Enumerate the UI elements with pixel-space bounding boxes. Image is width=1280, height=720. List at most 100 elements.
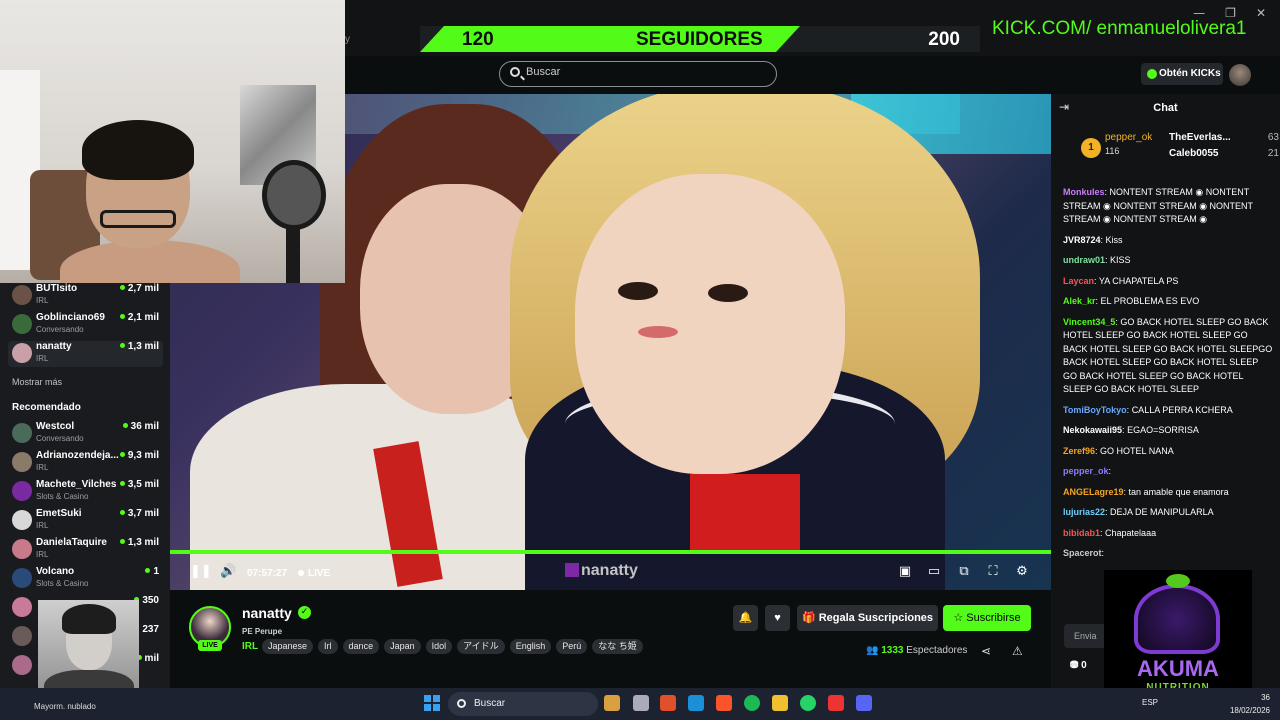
chat-points: ⛃ 0 [1070,660,1087,671]
live-indicator[interactable]: LIVE [298,568,330,579]
widget-icon[interactable] [604,695,620,711]
show-more-link[interactable]: Mostrar más [12,377,62,387]
mini-player-icon[interactable]: ⧉ [956,564,972,580]
tag[interactable]: Idol [425,639,453,654]
whatsapp-icon[interactable] [800,695,816,711]
brave-icon[interactable] [716,695,732,711]
clock-date: 18/02/2026 [1229,706,1270,715]
chat-text: EGAO=SORRISA [1127,425,1199,435]
chat-username[interactable]: Spacerot [1063,548,1102,558]
top-gifter-name[interactable]: pepper_ok [1105,132,1152,143]
theater-icon[interactable]: ▭ [926,564,942,580]
sidebar-item-goblinciano69[interactable]: Goblinciano69 Conversando 2,1 mil [8,312,163,338]
chat-username[interactable]: pepper_ok [1063,466,1109,476]
chat-message: Alek_kr: EL PROBLEMA ES EVO [1063,295,1273,309]
chat-username[interactable]: Zeref96 [1063,446,1095,456]
volume-icon[interactable]: 🔊 [220,564,236,580]
app-icon[interactable] [660,695,676,711]
video-progress[interactable] [170,550,1051,554]
get-kicks-label: Obtén KICKs [1159,68,1221,79]
chat-username[interactable]: Nekokawaii95 [1063,425,1122,435]
avatar [12,423,32,443]
chat-message: Nekokawaii95: EGAO=SORRISA [1063,424,1273,438]
app-icon[interactable] [828,695,844,711]
chat-username[interactable]: bibidab1 [1063,528,1100,538]
chat-username[interactable]: JVR8724 [1063,235,1101,245]
language-indicator[interactable]: ESP [1142,698,1158,707]
tag[interactable]: Japanese [262,639,314,654]
notification-button[interactable]: 🔔 [733,605,758,631]
follow-button[interactable]: ♥ [765,605,790,631]
edge-icon[interactable] [688,695,704,711]
window-controls: — ❐ ✕ [1193,6,1266,20]
chat-username[interactable]: undraw01 [1063,255,1105,265]
search-input[interactable] [526,66,766,78]
viewers-icon: 👥 [866,645,882,656]
chat-username[interactable]: Alek_kr [1063,296,1096,306]
tag[interactable]: Perú [556,639,588,654]
minimize-icon[interactable]: — [1193,6,1205,20]
user-avatar[interactable] [1229,64,1251,86]
settings-icon[interactable]: ⚙ [1014,564,1030,580]
sidebar-item-emetsuki[interactable]: EmetSuki IRL 3,7 mil [8,508,163,534]
tag[interactable]: なな ち姫 [592,639,643,654]
browser-tab-fragment[interactable]: y [345,34,350,45]
clock-time: 36 [1261,693,1270,702]
verified-icon: ✓ [298,606,311,619]
subscribe-button[interactable]: ☆ Suscribirse [943,605,1031,631]
subscribe-label: Suscribirse [966,612,1021,624]
viewer-count: 1,3 mil [120,341,159,352]
pause-icon[interactable]: ❚❚ [190,564,212,580]
sidebar-item-adrianozendeja[interactable]: Adrianozendeja... IRL 9,3 mil [8,450,163,476]
sidebar-item-butisito[interactable]: BUTIsito IRL 2,7 mil [8,283,163,309]
channel-name: Goblinciano69 [36,312,105,323]
sidebar-item-westcol[interactable]: Westcol Conversando 36 mil [8,421,163,447]
viewer-count: 2,7 mil [120,283,159,294]
sidebar-item-nanatty[interactable]: nanatty IRL 1,3 mil [8,341,163,367]
clip-icon[interactable]: ▣ [897,564,913,580]
clock[interactable]: 36 18/02/2026 [1230,691,1270,717]
tag[interactable]: アイドル [457,639,505,654]
close-icon[interactable]: ✕ [1256,6,1266,20]
streamer2-lips [638,326,678,338]
windows-start-icon[interactable] [424,695,440,711]
get-kicks-button[interactable]: Obtén KICKs [1141,63,1223,85]
chat-username[interactable]: lujurias22 [1063,507,1105,517]
maximize-icon[interactable]: ❐ [1225,6,1236,20]
streamer2-bow [690,474,800,554]
task-view-icon[interactable] [633,695,649,711]
taskbar-search[interactable]: Buscar [448,692,598,716]
gifter-row[interactable]: TheEverlas... 63 [1169,132,1279,143]
cam-fan [262,160,326,230]
chat-username[interactable]: Monkules [1063,187,1105,197]
discord-icon[interactable] [856,695,872,711]
gift-subs-button[interactable]: 🎁 Regala Suscripciones [797,605,938,631]
fullscreen-icon[interactable]: ⛶ [985,564,1001,580]
search-box[interactable] [499,61,777,87]
channel-name-heading[interactable]: nanatty [242,605,292,621]
chat-username[interactable]: Vincent34_5 [1063,317,1115,327]
sidebar-item-danielataquire[interactable]: DanielaTaquire IRL 1,3 mil [8,537,163,563]
sidebar-item-machete-vilches[interactable]: Machete_Vilches Slots & Casino 3,5 mil [8,479,163,505]
live-badge: LIVE [198,640,222,651]
gifter-row[interactable]: Caleb0055 21 [1169,148,1279,159]
report-icon[interactable]: ⚠ [1012,644,1023,658]
sidebar-item-volcano[interactable]: Volcano Slots & Casino 1 [8,566,163,592]
avatar [12,539,32,559]
channel-category-link[interactable]: IRL [242,641,258,652]
file-explorer-icon[interactable] [772,695,788,711]
chat-username[interactable]: Laycan [1063,276,1094,286]
tag[interactable]: dance [342,639,380,654]
chat-username[interactable]: ANGELagre19 [1063,487,1124,497]
sponsor-logo: AKUMA NUTRITION [1104,570,1252,700]
tag[interactable]: Japan [384,639,421,654]
weather-text[interactable]: Mayorm. nublado [34,702,96,711]
tag[interactable]: English [509,639,552,654]
tag[interactable]: Irl [318,639,338,654]
avatar [12,568,32,588]
spotify-icon[interactable] [744,695,760,711]
chat-username[interactable]: TomiBoyTokyo [1063,405,1127,415]
sponsor-brand: AKUMA [1137,656,1219,681]
chat-text: GO HOTEL NANA [1100,445,1174,456]
share-icon[interactable]: ⋖ [981,644,991,658]
